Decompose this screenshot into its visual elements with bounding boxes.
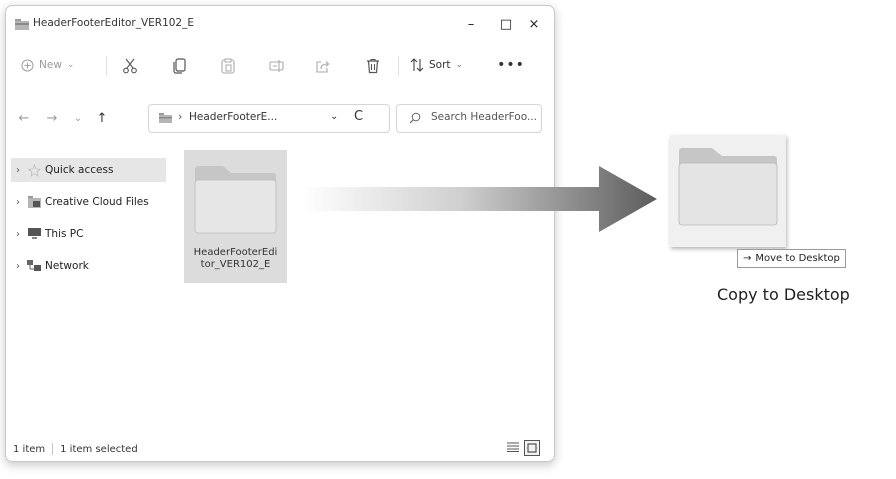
- toolbar-divider: [398, 56, 399, 76]
- new-icon: [21, 59, 34, 71]
- paste-button[interactable]: [216, 55, 240, 77]
- folder-icon: [159, 113, 172, 123]
- chevron-down-icon: ⌄: [455, 60, 464, 70]
- chevron-right-icon[interactable]: ›: [11, 261, 25, 272]
- window-title: HeaderFooterEditor_VER102_E: [33, 17, 195, 29]
- drag-tooltip: → Move to Desktop: [737, 249, 846, 268]
- minimize-button[interactable]: –: [453, 12, 489, 36]
- folder-item[interactable]: HeaderFooterEdi tor_VER102_E: [184, 150, 287, 283]
- status-bar: 1 item 1 item selected: [13, 443, 138, 455]
- dragged-folder-preview: [670, 135, 786, 247]
- up-button[interactable]: ↑: [92, 108, 112, 128]
- copy-button[interactable]: [168, 55, 192, 77]
- chevron-right-icon[interactable]: ›: [11, 229, 25, 240]
- folder-icon: [15, 19, 29, 30]
- item-count: 1 item: [13, 443, 46, 455]
- sort-label: Sort: [429, 59, 451, 71]
- sidebar-item-this-pc[interactable]: › This PC: [11, 222, 166, 246]
- recent-locations-button[interactable]: ⌄: [68, 108, 88, 128]
- chevron-right-icon[interactable]: ›: [11, 197, 25, 208]
- more-options-button[interactable]: •••: [496, 54, 526, 76]
- paste-icon: [221, 58, 235, 74]
- star-icon: [27, 163, 41, 177]
- sort-icon: [410, 58, 424, 72]
- sidebar-item-creative-cloud-files[interactable]: › Creative Cloud Files: [11, 190, 166, 214]
- share-button[interactable]: [311, 55, 335, 77]
- title-bar[interactable]: HeaderFooterEditor_VER102_E – □ ×: [6, 6, 554, 42]
- address-dropdown-button[interactable]: ⌄: [330, 111, 338, 122]
- sidebar-item-network[interactable]: › Network: [11, 254, 166, 278]
- refresh-button[interactable]: C: [354, 109, 363, 124]
- sidebar-item-quick-access[interactable]: › Quick access: [11, 158, 166, 182]
- arrow-right-icon: →: [743, 253, 752, 264]
- search-input[interactable]: Search HeaderFoo...: [396, 104, 542, 133]
- status-divider: [52, 443, 54, 455]
- toolbar-divider: [106, 56, 107, 76]
- creative-cloud-icon: [27, 195, 41, 209]
- cut-button[interactable]: [118, 55, 142, 77]
- network-icon: [27, 259, 41, 273]
- search-placeholder: Search HeaderFoo...: [431, 111, 537, 123]
- command-bar: New ⌄ Sort ⌄ •••: [6, 46, 554, 84]
- selection-count: 1 item selected: [60, 443, 138, 455]
- forward-button[interactable]: →: [42, 108, 62, 128]
- search-icon: [409, 112, 421, 124]
- close-button[interactable]: ×: [516, 12, 552, 36]
- delete-button[interactable]: [361, 55, 385, 77]
- chevron-right-icon[interactable]: ›: [11, 165, 25, 176]
- folder-icon: [194, 166, 277, 234]
- monitor-icon: [27, 227, 41, 241]
- rename-button[interactable]: [265, 55, 289, 77]
- breadcrumb[interactable]: HeaderFooterE...: [189, 111, 277, 123]
- back-button[interactable]: ←: [14, 108, 34, 128]
- folder-name-line2: tor_VER102_E: [200, 259, 271, 270]
- details-view-button[interactable]: [506, 440, 520, 454]
- chevron-down-icon: ⌄: [66, 60, 75, 70]
- sidebar-item-label: Creative Cloud Files: [45, 196, 149, 208]
- sidebar-item-label: This PC: [45, 228, 84, 240]
- copy-icon: [173, 58, 186, 74]
- large-icons-view-button[interactable]: [524, 440, 540, 456]
- new-button[interactable]: New ⌄: [21, 54, 74, 76]
- sidebar-item-label: Network: [45, 260, 89, 272]
- sidebar-item-label: Quick access: [45, 164, 114, 176]
- breadcrumb-separator: ›: [178, 110, 183, 123]
- address-bar[interactable]: › HeaderFooterE... ⌄ C: [148, 104, 390, 133]
- folder-name: HeaderFooterEdi tor_VER102_E: [186, 247, 285, 271]
- rename-icon: [269, 60, 284, 72]
- delete-icon: [367, 58, 379, 74]
- folder-name-line1: HeaderFooterEdi: [193, 247, 278, 258]
- folder-icon: [678, 148, 778, 226]
- share-icon: [316, 60, 330, 73]
- sort-button[interactable]: Sort ⌄: [410, 54, 463, 76]
- details-view-icon: [507, 442, 519, 452]
- drag-arrow: [302, 166, 657, 232]
- large-icons-view-icon: [527, 443, 537, 453]
- new-label: New: [39, 59, 62, 71]
- address-row: ← → ⌄ ↑ › HeaderFooterE... ⌄ C Search He…: [6, 98, 554, 138]
- cut-icon: [123, 58, 137, 74]
- copy-caption: Copy to Desktop: [717, 285, 850, 304]
- drag-tooltip-text: Move to Desktop: [755, 253, 840, 264]
